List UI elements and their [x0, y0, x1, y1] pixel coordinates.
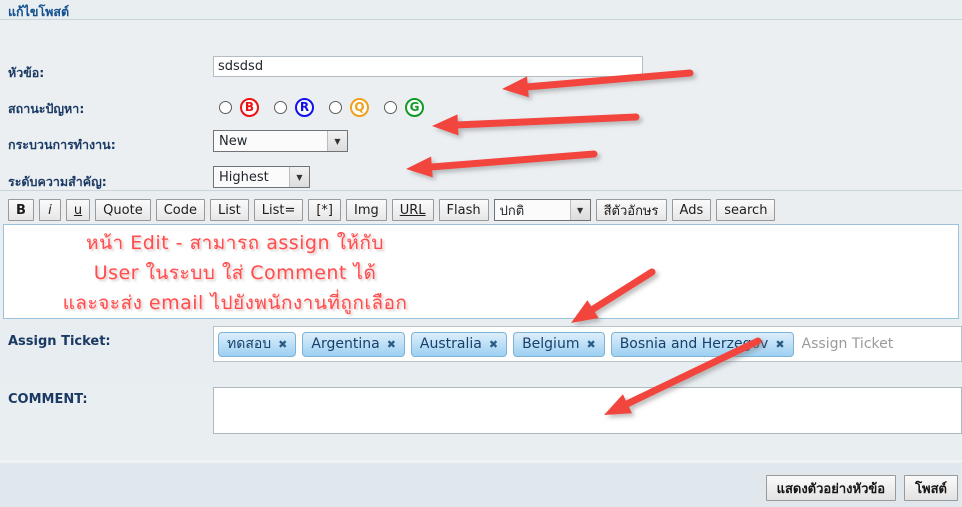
toolbar-button-list-5[interactable]: List: [209, 199, 249, 221]
label-status: สถานะปัญหา:: [8, 101, 85, 116]
remove-tag-icon[interactable]: ✖: [489, 338, 498, 351]
toolbar-button-u-2[interactable]: u: [65, 199, 91, 221]
radio-g[interactable]: [384, 100, 397, 114]
label-assign-ticket: Assign Ticket:: [8, 334, 111, 349]
status-option-r[interactable]: R: [274, 97, 314, 117]
post-body-editor[interactable]: [3, 224, 959, 319]
assign-tag[interactable]: Bosnia and Herzegov ✖: [610, 331, 794, 357]
assign-ticket-tag-field[interactable]: ทดสอบ ✖ Argentina ✖ Australia ✖ Belgium ✖ Bosnia…: [213, 326, 962, 362]
post-form: หัวข้อ: สถานะปัญหา: B R Q G กระบวนการทำง…: [0, 20, 962, 190]
status-option-g[interactable]: G: [384, 97, 424, 117]
badge-b-icon: B: [240, 97, 259, 117]
assign-tag[interactable]: ทดสอบ ✖: [218, 331, 297, 357]
remove-tag-icon[interactable]: ✖: [387, 338, 396, 351]
label-workflow: กระบวนการทำงาน:: [8, 137, 116, 152]
badge-g-icon: G: [405, 97, 424, 117]
status-option-b[interactable]: B: [219, 97, 259, 117]
footer-actions: แสดงตัวอย่างหัวข้อ โพสต์: [765, 475, 958, 501]
assign-tag-label: ทดสอบ: [227, 336, 272, 352]
toolbar-button-after-2[interactable]: search: [716, 199, 776, 221]
editor-toolbar: Bi u Quote Code List List= [*] Img URL Flash ปกติ ▼…: [0, 191, 962, 223]
radio-q[interactable]: [329, 100, 342, 114]
assign-tag-label: Belgium: [522, 336, 580, 352]
toolbar-button-url-9[interactable]: URL: [391, 199, 434, 221]
preview-button[interactable]: แสดงตัวอย่างหัวข้อ: [765, 475, 897, 501]
toolbar-button-code-4[interactable]: Code: [155, 199, 205, 221]
post-button[interactable]: โพสต์: [904, 475, 958, 501]
toolbar-buttons: Bi u Quote Code List List= [*] Img URL Flash ปกติ ▼…: [8, 199, 776, 221]
chevron-down-icon: ▼: [289, 167, 309, 187]
assign-tag-label: Australia: [419, 336, 482, 352]
toolbar-button-list-6[interactable]: List=: [253, 199, 304, 221]
remove-tag-icon[interactable]: ✖: [775, 338, 784, 351]
toolbar-button-img-8[interactable]: Img: [346, 199, 387, 221]
toolbar-button-flash-10[interactable]: Flash: [438, 199, 489, 221]
priority-select[interactable]: Highest ▼: [213, 166, 310, 188]
form-footer: แสดงตัวอย่างหัวข้อ โพสต์: [0, 463, 962, 507]
comment-textarea[interactable]: [213, 387, 962, 434]
editor-section: [0, 223, 962, 322]
assign-tag[interactable]: Argentina ✖: [302, 331, 405, 357]
label-priority: ระดับความสำคัญ:: [8, 174, 107, 189]
badge-r-icon: R: [295, 97, 314, 117]
assign-tag[interactable]: Belgium ✖: [513, 331, 605, 357]
toolbar-button-after-0[interactable]: สีตัวอักษร: [595, 199, 667, 221]
remove-tag-icon[interactable]: ✖: [586, 338, 595, 351]
edit-post-page: แก้ไขโพสต์ หัวข้อ: สถานะปัญหา: B R Q G: [0, 0, 962, 507]
toolbar-button-quote-3[interactable]: Quote: [95, 199, 151, 221]
panel-header: แก้ไขโพสต์: [0, 0, 962, 20]
label-comment: COMMENT:: [8, 392, 88, 407]
assign-tag-label: Argentina: [311, 336, 380, 352]
status-option-q[interactable]: Q: [329, 97, 369, 117]
badge-q-icon: Q: [350, 97, 369, 117]
toolbar-button-after-1[interactable]: Ads: [671, 199, 712, 221]
assign-tag[interactable]: Australia ✖: [410, 331, 508, 357]
toolbar-button-i-1[interactable]: i: [38, 199, 61, 221]
toolbar-font-select[interactable]: ปกติ ▼: [493, 199, 591, 221]
workflow-select[interactable]: New ▼: [213, 130, 348, 152]
priority-select-value: Highest: [219, 169, 269, 185]
radio-b[interactable]: [219, 100, 232, 114]
title-input[interactable]: [213, 56, 643, 77]
radio-r[interactable]: [274, 100, 287, 114]
toolbar-button-b-0[interactable]: B: [8, 199, 34, 221]
toolbar-button--7[interactable]: [*]: [308, 199, 341, 221]
assign-tag-label: Bosnia and Herzegov: [619, 336, 769, 352]
status-radio-group: B R Q G: [219, 96, 439, 118]
label-title: หัวข้อ:: [8, 65, 45, 80]
workflow-select-value: New: [219, 133, 248, 149]
assign-ticket-placeholder: Assign Ticket: [801, 336, 894, 352]
chevron-down-icon: ▼: [327, 131, 347, 151]
toolbar-font-select-value: ปกติ: [499, 203, 525, 219]
chevron-down-icon: ▼: [569, 200, 590, 220]
comment-section: COMMENT:: [0, 382, 962, 460]
remove-tag-icon[interactable]: ✖: [278, 338, 287, 351]
assign-ticket-section: Assign Ticket: ทดสอบ ✖ Argentina ✖ Australia…: [0, 322, 962, 382]
